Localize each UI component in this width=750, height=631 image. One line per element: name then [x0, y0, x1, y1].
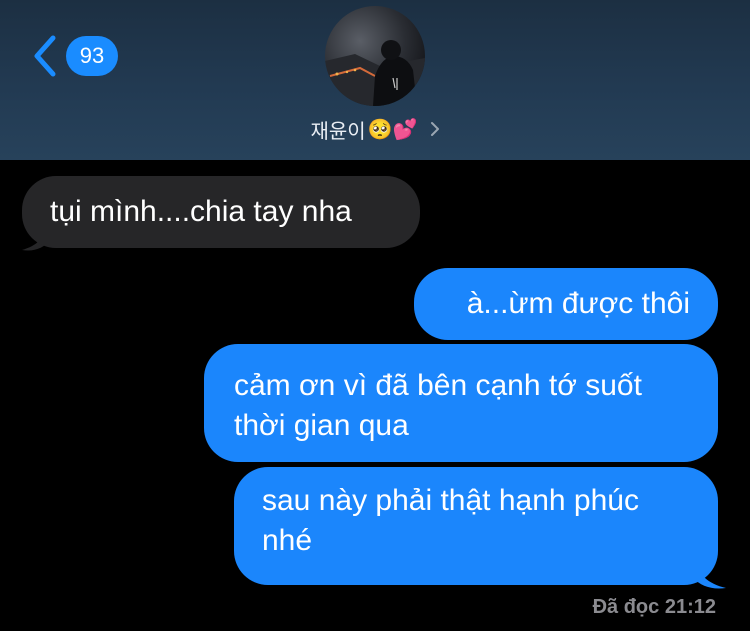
- chevron-right-icon: [430, 122, 439, 136]
- chevron-left-icon: [34, 35, 56, 77]
- read-time: 21:12: [664, 596, 716, 618]
- read-status: Đã đọc: [592, 596, 660, 618]
- message-line: cảm ơn vì đã bên cạnh tớ suốt: [234, 369, 642, 402]
- outgoing-message[interactable]: cảm ơn vì đã bên cạnh tớ suốt thời gian …: [204, 344, 718, 462]
- message-line: sau này phải thật hạnh phúc: [262, 484, 639, 517]
- contact-emoji: 🥺💕: [368, 117, 418, 141]
- conversation-header: 93 재윤이 🥺💕: [0, 0, 750, 160]
- pleading-face-emoji: 🥺: [367, 117, 393, 141]
- contact-name: 재윤이: [310, 120, 366, 143]
- message-text: tụi mình....chia tay nha: [50, 195, 352, 228]
- outgoing-message[interactable]: à...ừm được thôi: [414, 268, 718, 340]
- back-button[interactable]: 93: [28, 34, 118, 78]
- two-hearts-emoji: 💕: [392, 117, 418, 141]
- outgoing-message[interactable]: sau này phải thật hạnh phúc nhé: [234, 467, 718, 585]
- unread-count-badge: 93: [66, 36, 118, 76]
- contact-name-row[interactable]: 재윤이 🥺💕: [0, 112, 750, 146]
- message-line: nhé: [262, 524, 313, 557]
- incoming-message[interactable]: tụi mình....chia tay nha: [22, 176, 420, 248]
- message-line: thời gian qua: [234, 409, 409, 442]
- read-receipt: Đã đọc 21:12: [593, 596, 716, 619]
- avatar[interactable]: [325, 6, 425, 106]
- contact-photo: [325, 6, 425, 106]
- message-text: à...ừm được thôi: [466, 287, 690, 320]
